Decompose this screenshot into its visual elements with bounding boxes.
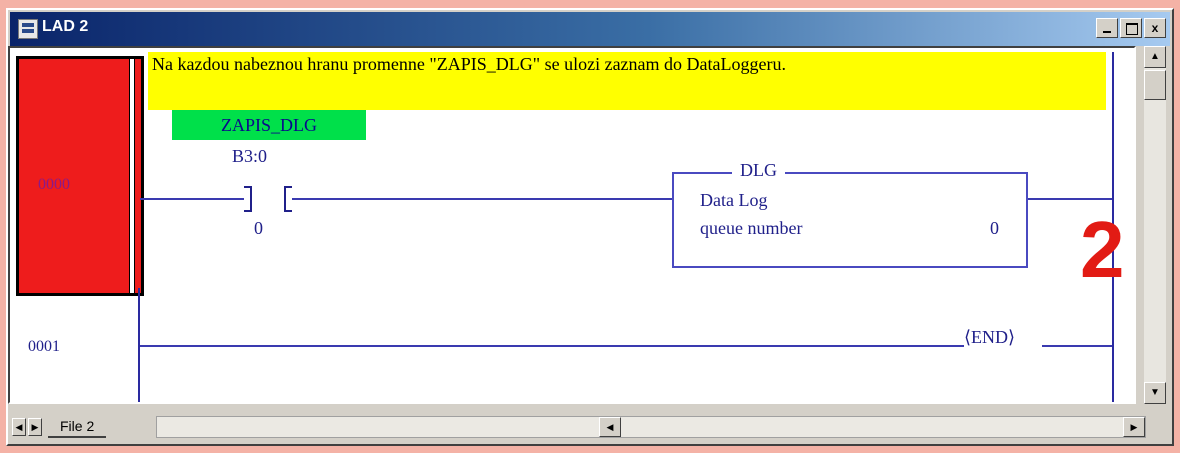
rung-number-0000[interactable]: 0000 — [38, 176, 70, 194]
scroll-left-icon[interactable]: ◀ — [599, 417, 621, 437]
maximize-button[interactable] — [1120, 18, 1142, 38]
xic-contact-right[interactable] — [284, 186, 292, 212]
rung-0-wire-mid — [292, 198, 672, 200]
dlg-param-label: queue number — [700, 218, 803, 238]
contact-address[interactable]: B3:0 — [232, 146, 267, 167]
rung-comment[interactable]: Na kazdou nabeznou hranu promenne "ZAPIS… — [148, 52, 1106, 110]
scroll-right-icon[interactable]: ▶ — [1123, 417, 1145, 437]
end-instruction[interactable]: ⟨END⟩ — [964, 327, 1015, 348]
tab-file-2[interactable]: File 2 — [48, 414, 107, 438]
dlg-name: Data Log — [700, 190, 768, 210]
horizontal-scrollbar[interactable]: ◀ ▶ — [156, 416, 1146, 438]
xic-contact-left[interactable] — [244, 186, 252, 212]
rung-1-wire-right — [1042, 345, 1112, 347]
rung-number-0001[interactable]: 0001 — [28, 338, 60, 356]
contact-bit: 0 — [254, 218, 263, 238]
rung-1-wire — [140, 345, 964, 347]
tab-first-icon[interactable]: ◀ — [12, 418, 26, 436]
window-controls: x — [1096, 18, 1166, 38]
rung-0-wire-right — [1028, 198, 1112, 200]
dlg-param-value[interactable]: 0 — [990, 218, 999, 239]
annotation-number: 2 — [1080, 205, 1125, 294]
title-bar[interactable]: LAD 2 x — [10, 12, 1170, 46]
app-icon[interactable] — [18, 19, 38, 39]
bottom-bar: ◀ ▶ File 2 ◀ ▶ — [8, 414, 1146, 440]
scroll-thumb[interactable] — [1144, 70, 1166, 100]
window-title: LAD 2 — [42, 18, 89, 35]
scroll-down-icon[interactable]: ▼ — [1144, 382, 1166, 404]
close-button[interactable]: x — [1144, 18, 1166, 38]
tab-next-icon[interactable]: ▶ — [28, 418, 42, 436]
dlg-mnemonic: DLG — [732, 160, 785, 181]
ladder-editor[interactable]: 0000 0001 Na kazdou nabeznou hranu prome… — [8, 46, 1136, 404]
scroll-up-icon[interactable]: ▲ — [1144, 46, 1166, 68]
symbol-label[interactable]: ZAPIS_DLG — [172, 110, 366, 140]
rung-0-wire-left — [140, 198, 244, 200]
end-label: END — [971, 327, 1009, 347]
rung-0000-selection[interactable] — [16, 56, 144, 296]
vertical-scrollbar[interactable]: ▲ ▼ — [1144, 46, 1166, 404]
minimize-button[interactable] — [1096, 18, 1118, 38]
